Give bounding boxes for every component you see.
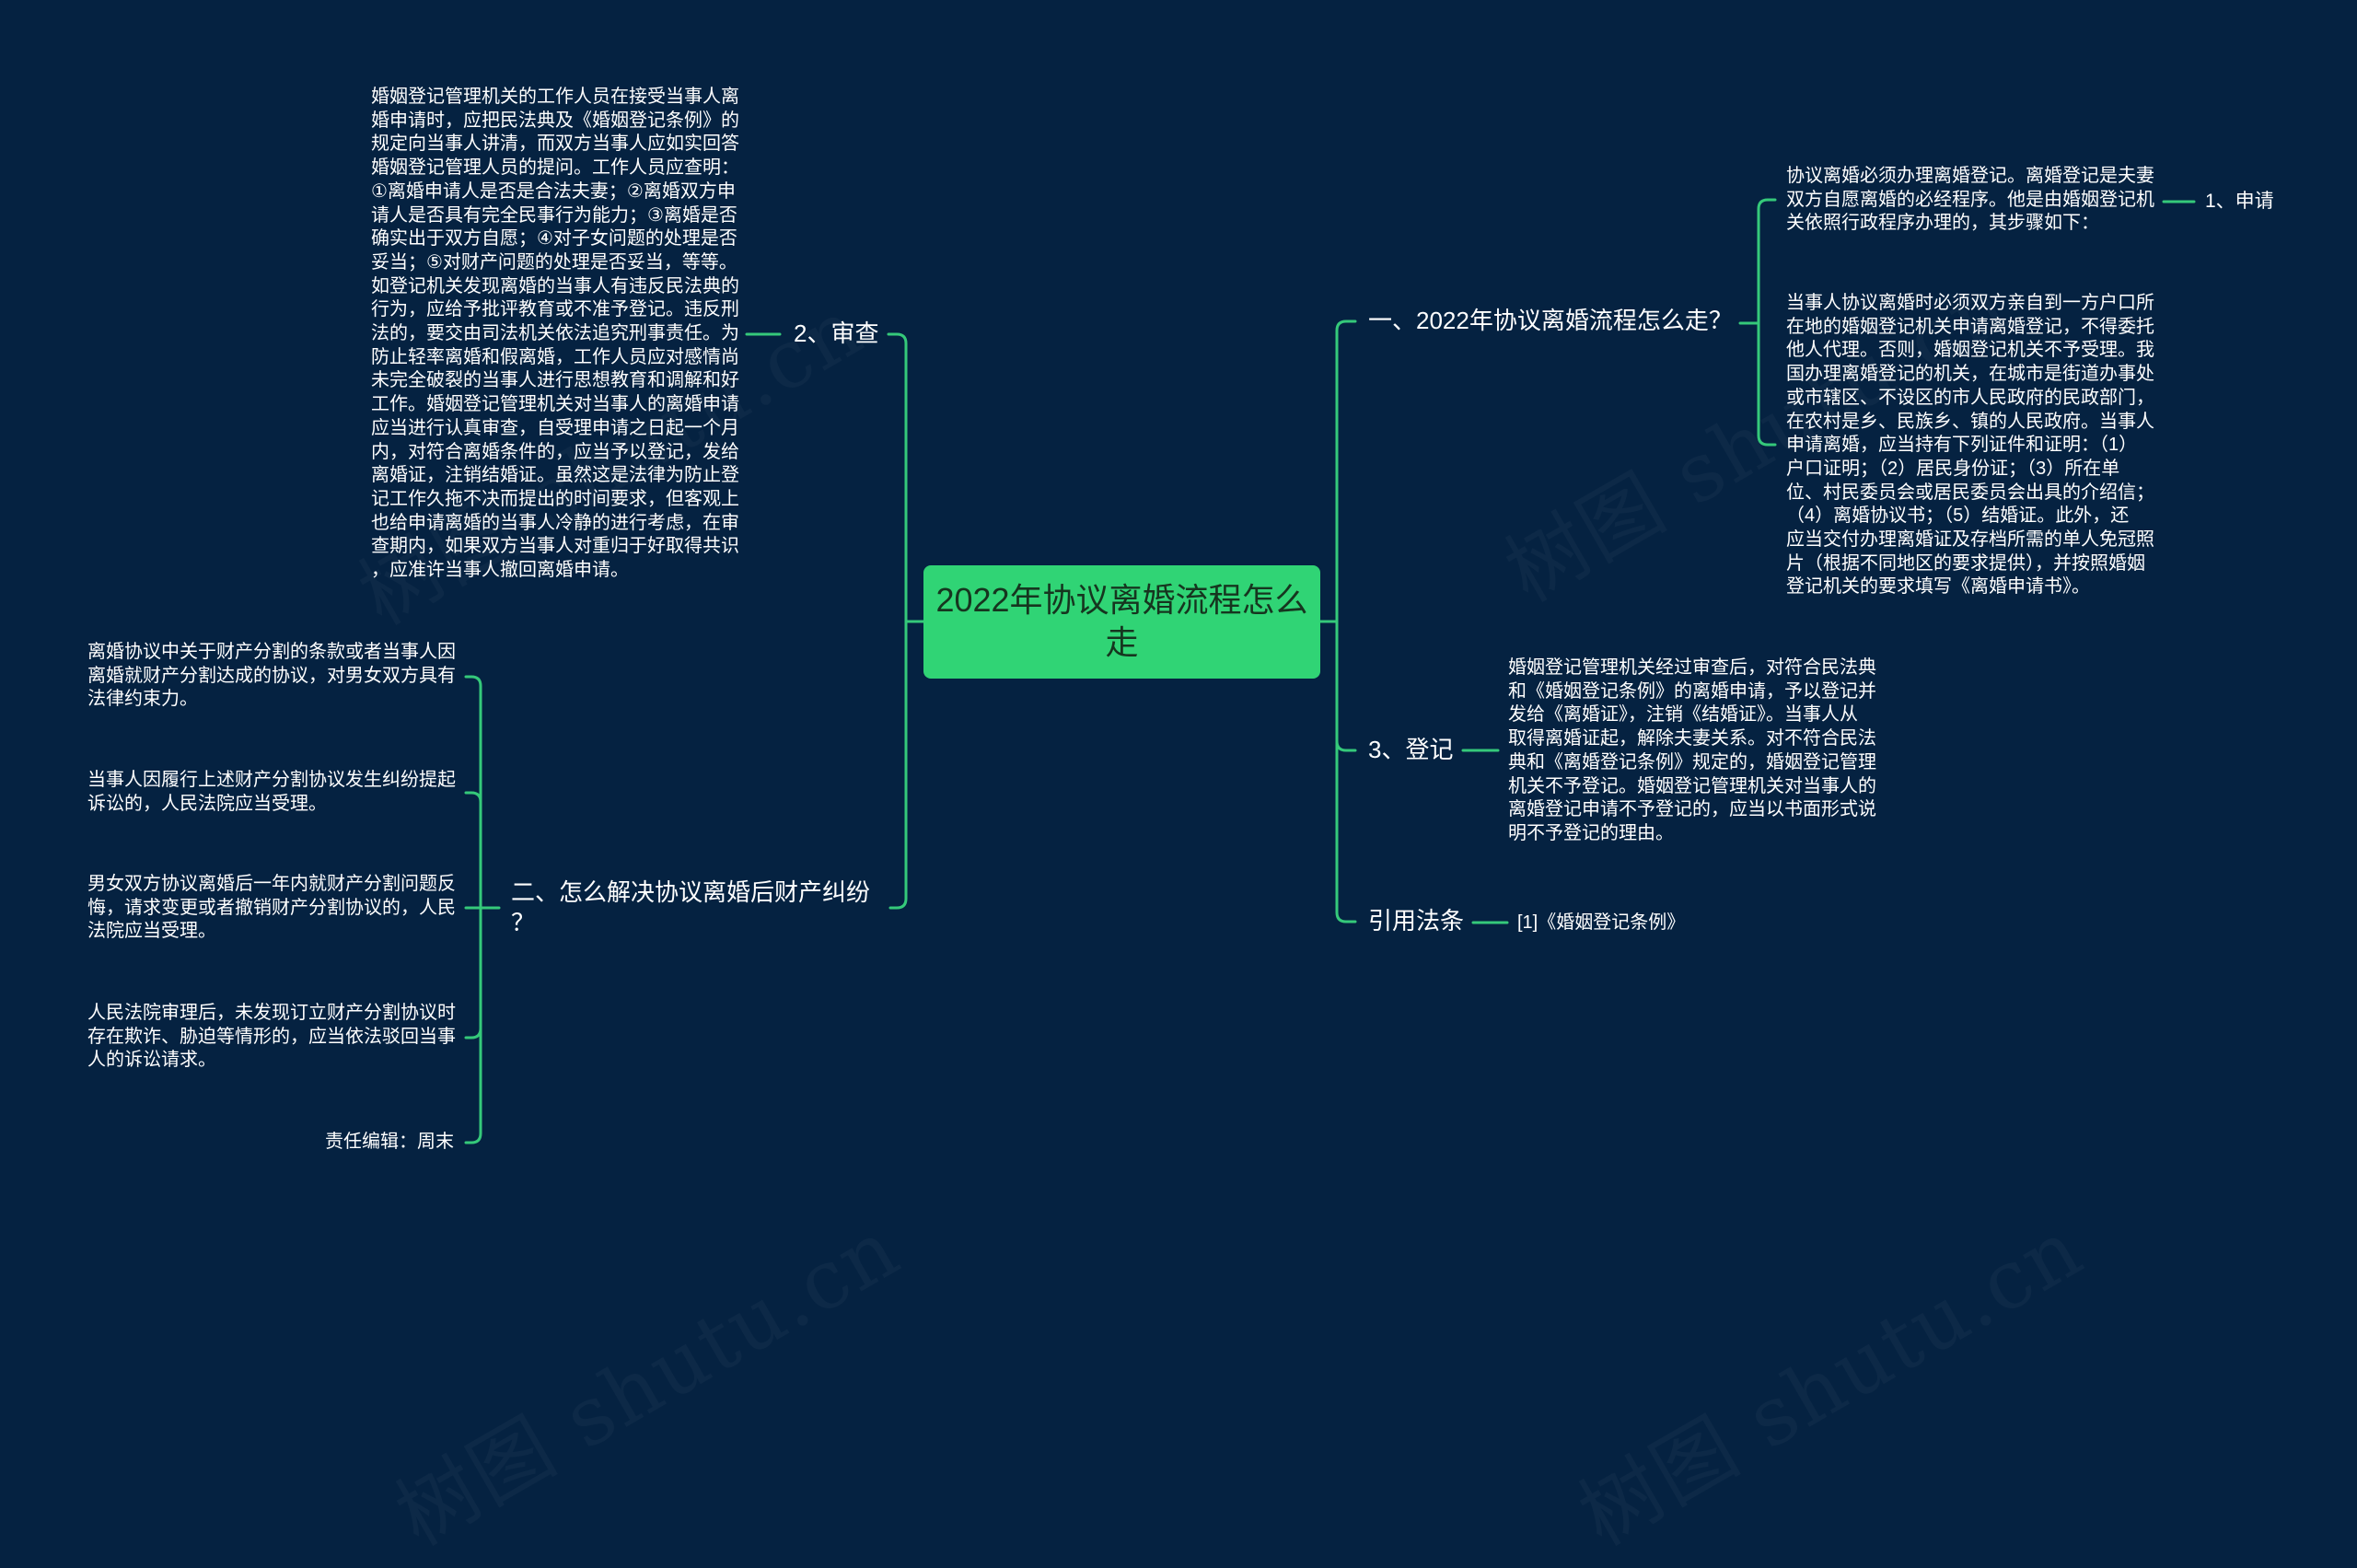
watermark: 树图 shutu.cn	[1555, 1185, 2100, 1567]
text-line: 内，对符合离婚条件的，应当予以登记，发给	[371, 441, 739, 462]
text-line: ？	[511, 909, 536, 936]
central-topic-node[interactable]: 2022年协议离婚流程怎么走	[923, 565, 1320, 679]
text-line: 如登记机关发现离婚的当事人有违反民法典的	[371, 275, 739, 296]
text-line: 离婚证，注销结婚证。虽然这是法律为防止登	[371, 465, 739, 486]
property-child-court-review: 人民法院审理后，未发现订立财产分割协议时 存在欺诈、胁迫等情形的，应当依法驳回当事…	[87, 1002, 456, 1073]
topic-apply[interactable]: 1、申请	[2205, 190, 2274, 214]
text-line: 确实出于双方自愿；④对子女问题的处理是否	[371, 228, 737, 250]
registration-detail-text: 婚姻登记管理机关经过审查后，对符合民法典 和《婚姻登记条例》的离婚申请，予以登记并…	[1508, 656, 1876, 846]
text-line: 走	[1105, 623, 1139, 661]
text-line: 离婚协议中关于财产分割的条款或者当事人因	[87, 642, 456, 662]
property-hook-connector	[464, 791, 482, 804]
text-line: 发给《离婚证》，注销《结婚证》。当事人从	[1508, 704, 1858, 726]
property-child-binding-force: 离婚协议中关于财产分割的条款或者当事人因 离婚就财产分割达成的协议，对男女双方具有…	[87, 641, 456, 712]
text-line: 当事人协议离婚时必须双方亲自到一方户口所	[1786, 293, 2154, 313]
text-line: ，应准许当事人撤回离婚申请。	[371, 560, 629, 581]
right-trunk-connector	[1335, 319, 1357, 923]
editor-credit: 责任编辑：周末	[270, 1131, 454, 1155]
text-line: 婚申请时，应把民法典及《婚姻登记条例》的	[371, 110, 739, 131]
text-line: 行为，应给予批评教育或不准予登记。违反刑	[371, 299, 739, 320]
text-line: 离婚就财产分割达成的协议，对男女双方具有	[87, 665, 456, 686]
text-line: 人的诉讼请求。	[87, 1050, 216, 1071]
text-line: 婚姻登记管理机关经过审查后，对符合民法典	[1508, 657, 1876, 678]
text-line: 妥当；⑤对财产问题的处理是否妥当，等等。	[371, 251, 737, 273]
topic-cited-law[interactable]: 引用法条	[1368, 906, 1464, 936]
watermark: 树图 shutu.cn	[372, 1185, 917, 1567]
text-line: 应当进行认真审查，自受理申请之日起一个月	[371, 417, 739, 438]
text-line: 申请离婚，应当持有下列证件和证明：（1）	[1786, 435, 2138, 456]
property-bracket-connector	[464, 675, 482, 1144]
process-intro-text: 协议离婚必须办理离婚登记。离婚登记是夫妻 双方自愿离婚的必经程序。他是由婚姻登记机…	[1786, 165, 2154, 236]
text-line: 婚姻登记管理机关的工作人员在接受当事人离	[371, 87, 739, 107]
topic-registration[interactable]: 3、登记	[1368, 735, 1453, 765]
text-line: 记工作久拖不决而提出的时间要求，但客观上	[371, 488, 739, 509]
text-line: 应当交付办理离婚证及存档所需的单人免冠照	[1786, 529, 2154, 551]
text-line: 法院应当受理。	[87, 921, 216, 942]
text-line: 男女双方协议离婚后一年内就财产分割问题反	[87, 874, 456, 894]
text-line: 也给申请离婚的当事人冷静的进行考虑，在审	[371, 512, 739, 533]
registration-hook-connector	[1335, 739, 1357, 752]
text-line: 规定向当事人讲清，而双方当事人应如实回答	[371, 134, 739, 155]
text-line: 片（根据不同地区的要求提供），并按照婚姻	[1786, 552, 2145, 574]
text-line: 请人是否具有完全民事行为能力；③离婚是否	[371, 204, 737, 226]
text-line: 当事人因履行上述财产分割协议发生纠纷提起	[87, 770, 456, 790]
topic-property-dispute[interactable]: 二、怎么解决协议离婚后财产纠纷 ？	[511, 877, 870, 938]
text-line: 悔，请求变更或者撤销财产分割协议的，人民	[87, 897, 456, 918]
text-line: 人民法院审理后，未发现订立财产分割协议时	[87, 1003, 456, 1023]
text-line: 户口证明；（2）居民身份证；（3）所在单	[1786, 458, 2120, 479]
text-line: 位、村民委员会或居民委员会出具的介绍信；	[1786, 482, 2154, 503]
text-line: 他人代理。否则，婚姻登记机关不予受理。我	[1786, 340, 2154, 361]
text-line: 双方自愿离婚的必经程序。他是由婚姻登记机	[1786, 189, 2154, 210]
text-line: 登记机关的要求填写《离婚申请书》。	[1786, 576, 2090, 598]
text-line: 未完全破裂的当事人进行思想教育和调解和好	[371, 370, 739, 391]
text-line: 离婚登记申请不予登记的，应当以书面形式说	[1508, 799, 1876, 820]
text-line: 诉讼的，人民法院应当受理。	[87, 793, 327, 814]
text-line: 关依照行政程序办理的，其步骤如下：	[1786, 213, 2099, 234]
text-line: 防止轻率离婚和假离婚，工作人员应对感情尚	[371, 346, 739, 367]
text-line: 查期内，如果双方当事人对重归于好取得共识	[371, 536, 739, 557]
left-trunk-connector	[887, 332, 908, 910]
review-detail-text: 婚姻登记管理机关的工作人员在接受当事人离 婚申请时，应把民法典及《婚姻登记条例》的…	[371, 86, 739, 583]
text-line: 存在欺诈、胁迫等情形的，应当依法驳回当事	[87, 1026, 456, 1047]
text-line: （4）离婚协议书；（5）结婚证。此外，还	[1786, 505, 2130, 527]
topic-review[interactable]: 2、审查	[794, 319, 878, 349]
text-line: 法律约束力。	[87, 689, 198, 710]
property-child-lawsuit: 当事人因履行上述财产分割协议发生纠纷提起 诉讼的，人民法院应当受理。	[87, 769, 456, 816]
text-line: 典和《离婚登记条例》规定的，婚姻登记管理	[1508, 751, 1876, 772]
process-requirements-text: 当事人协议离婚时必须双方亲自到一方户口所 在地的婚姻登记机关申请离婚登记，不得委托…	[1786, 292, 2154, 599]
text-line: 在地的婚姻登记机关申请离婚登记，不得委托	[1786, 316, 2154, 337]
text-line: 取得离婚证起，解除夫妻关系。对不符合民法	[1508, 728, 1876, 749]
text-line: 和《婚姻登记条例》的离婚申请，予以登记并	[1508, 680, 1876, 702]
text-line: 国办理离婚登记的机关，在城市是街道办事处	[1786, 364, 2154, 385]
text-line: 明不予登记的理由。	[1508, 822, 1674, 843]
text-line: 或市辖区、不设区的市人民政府的民政部门，	[1786, 387, 2154, 408]
law-reference-link[interactable]: [1]《婚姻登记条例》	[1517, 911, 1685, 935]
text-line: 二、怎么解决协议离婚后财产纠纷	[511, 878, 871, 906]
property-hook-connector	[464, 1027, 482, 1040]
text-line: 婚姻登记管理人员的提问。工作人员应查明：	[371, 157, 739, 179]
process-bracket-connector	[1757, 198, 1777, 447]
text-line: 法的，要交由司法机关依法追究刑事责任。为	[371, 323, 739, 344]
text-line: 在农村是乡、民族乡、镇的人民政府。当事人	[1786, 411, 2154, 432]
text-line: 机关不予登记。婚姻登记管理机关对当事人的	[1508, 775, 1876, 796]
text-line: 责任编辑：周末	[325, 1132, 454, 1152]
text-line: 协议离婚必须办理离婚登记。离婚登记是夫妻	[1786, 166, 2154, 186]
property-child-regret: 男女双方协议离婚后一年内就财产分割问题反 悔，请求变更或者撤销财产分割协议的，人民…	[87, 873, 456, 944]
text-line: 工作。婚姻登记管理机关对当事人的离婚申请	[371, 394, 739, 415]
text-line: ①离婚申请人是否是合法夫妻；②离婚双方申	[371, 180, 736, 202]
topic-divorce-process[interactable]: 一、2022年协议离婚流程怎么走？	[1368, 306, 1733, 336]
text-line: 2022年协议离婚流程怎么	[935, 581, 1308, 619]
